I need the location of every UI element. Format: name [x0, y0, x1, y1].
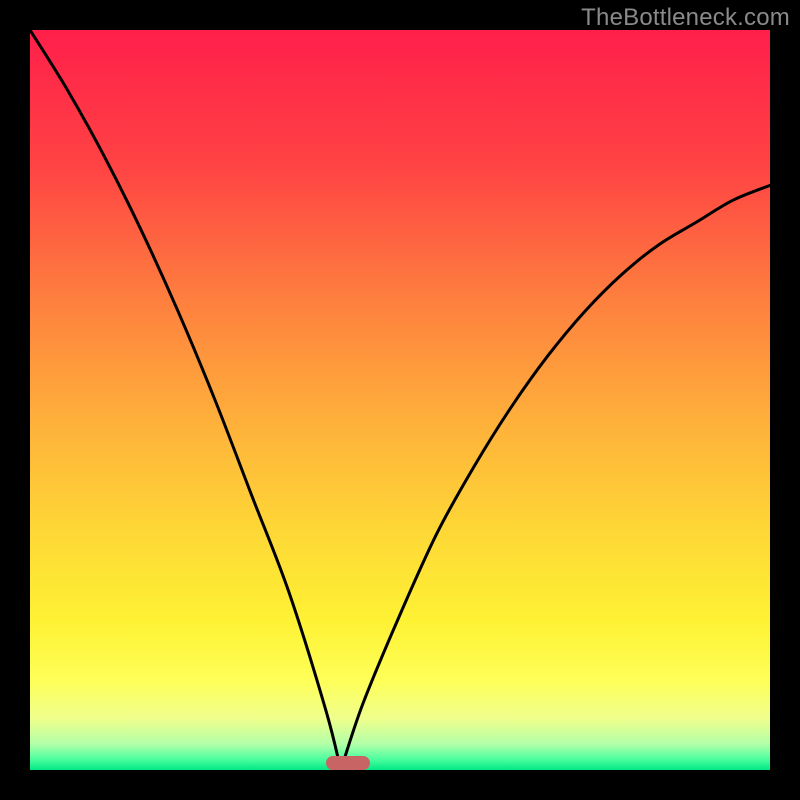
plot-area — [30, 30, 770, 770]
watermark-text: TheBottleneck.com — [581, 4, 790, 32]
chart-frame: TheBottleneck.com — [0, 0, 800, 800]
min-marker — [326, 756, 370, 770]
curve-layer — [30, 30, 770, 770]
curve-right-branch — [341, 185, 770, 770]
curve-left-branch — [30, 30, 341, 770]
